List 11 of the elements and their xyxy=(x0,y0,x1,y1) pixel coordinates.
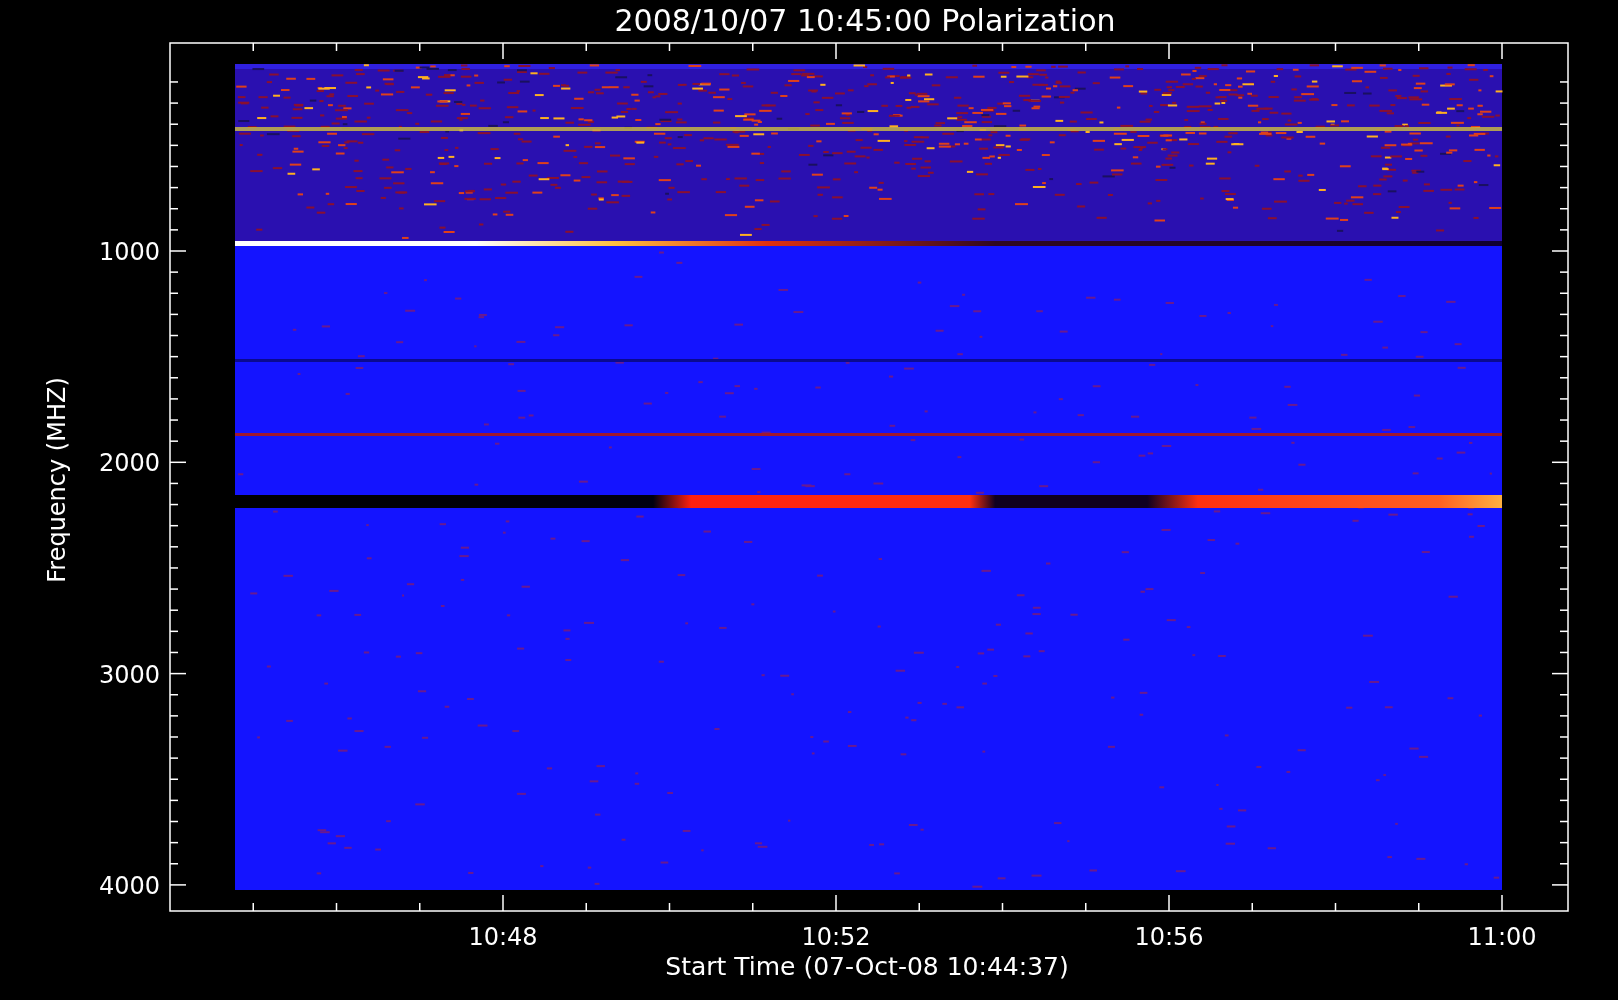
x-tick-label: 10:56 xyxy=(1134,923,1204,951)
y-tick-label: 2000 xyxy=(98,449,160,478)
x-axis-label: Start Time (07-Oct-08 10:44:37) xyxy=(665,952,1069,981)
y-tick-label: 3000 xyxy=(98,660,160,689)
x-tick-label: 10:52 xyxy=(801,923,871,951)
x-tick-label: 10:48 xyxy=(468,923,538,951)
plot-title: 2008/10/07 10:45:00 Polarization xyxy=(614,3,1116,38)
y-axis-label: Frequency (MHZ) xyxy=(43,377,71,583)
x-tick-label: 11:00 xyxy=(1467,923,1537,951)
y-tick-label: 1000 xyxy=(98,238,160,266)
y-tick-label: 4000 xyxy=(98,871,160,900)
